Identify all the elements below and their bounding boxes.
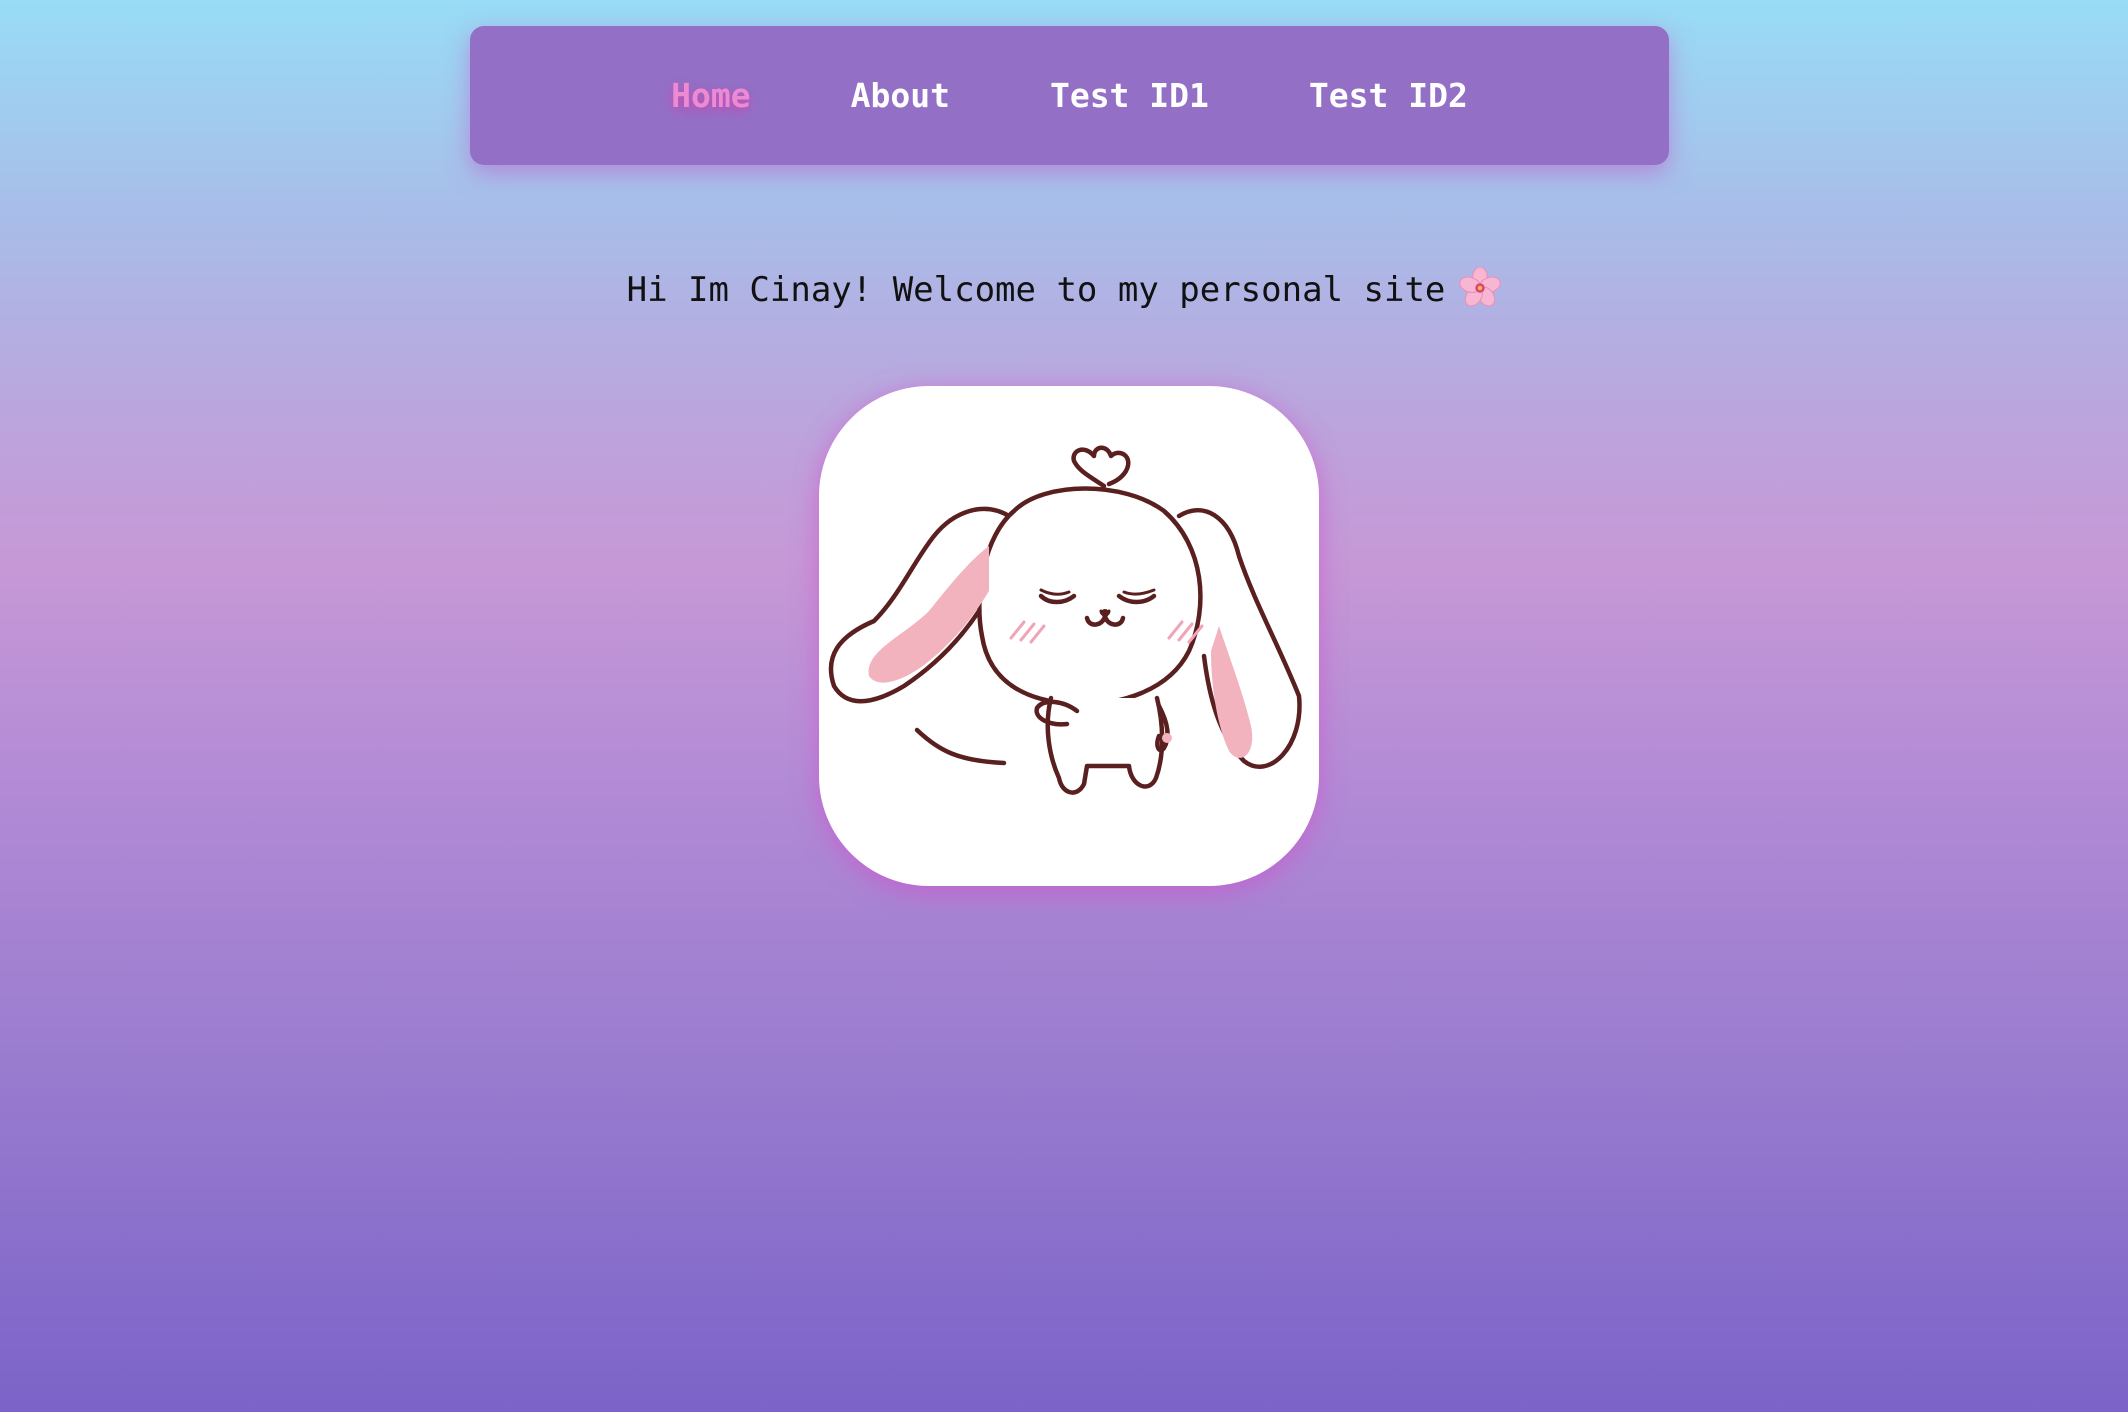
avatar-card <box>819 386 1319 886</box>
cherry-blossom-icon <box>1459 266 1502 307</box>
top-navbar: Home About Test ID1 Test ID2 <box>470 26 1669 165</box>
nav-about-link[interactable]: About <box>851 76 950 115</box>
nav-test-id1-link[interactable]: Test ID1 <box>1050 76 1209 115</box>
bunny-avatar-icon <box>828 445 1302 795</box>
welcome-text: Hi Im Cinay! Welcome to my personal site <box>626 270 1446 310</box>
nav-test-id2-link[interactable]: Test ID2 <box>1309 76 1468 115</box>
welcome-message: Hi Im Cinay! Welcome to my personal site <box>0 266 2128 313</box>
nav-home-link[interactable]: Home <box>671 76 750 115</box>
